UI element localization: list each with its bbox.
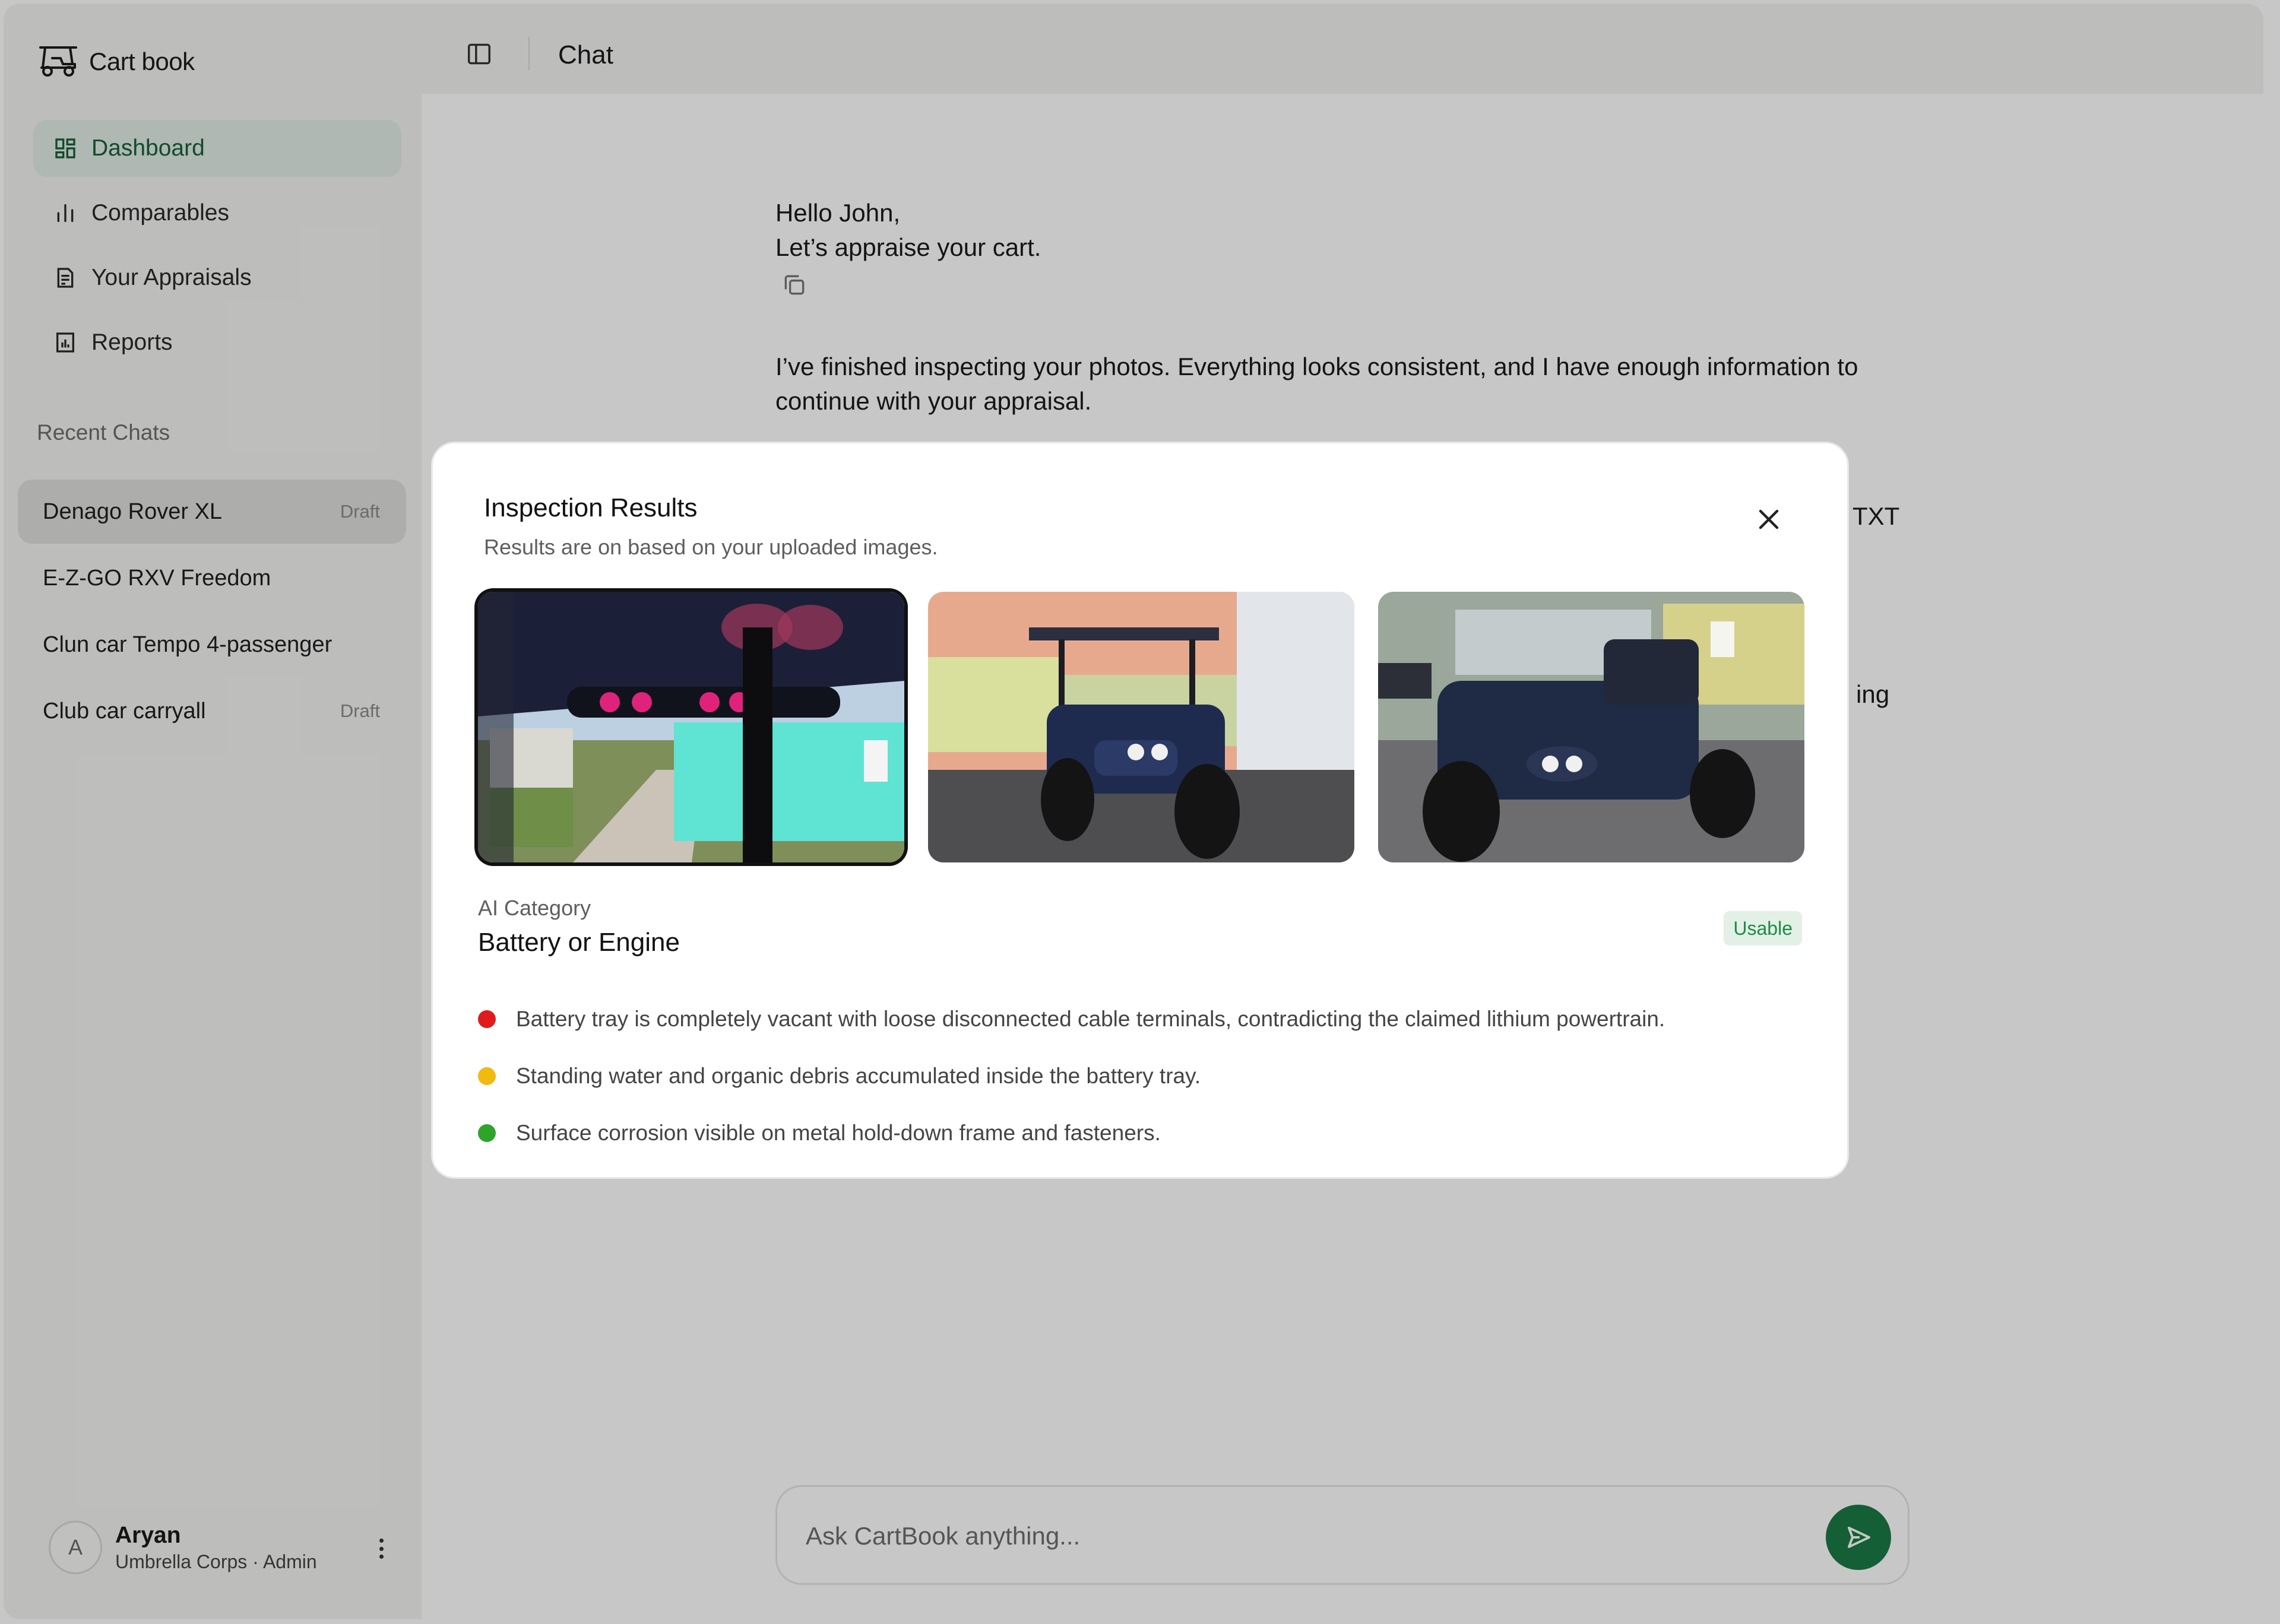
modal-subtitle: Results are on based on your uploaded im… — [484, 535, 938, 559]
cart-front-driveway-photo[interactable] — [928, 592, 1354, 862]
finding-text: Standing water and organic debris accumu… — [516, 1064, 1201, 1088]
uploaded-images — [478, 592, 1804, 862]
finding-text: Surface corrosion visible on metal hold-… — [516, 1121, 1161, 1145]
severity-high-dot — [478, 1010, 496, 1028]
canopy-light-bar-photo[interactable] — [478, 592, 904, 862]
finding-item: Surface corrosion visible on metal hold-… — [478, 1105, 1796, 1162]
photo-cart-illustration — [1378, 592, 1804, 862]
photo-cart-illustration — [928, 592, 1354, 862]
ai-category-value: Battery or Engine — [478, 928, 680, 957]
status-badge: Usable — [1724, 911, 1802, 946]
finding-text: Battery tray is completely vacant with l… — [516, 1007, 1665, 1031]
close-icon[interactable] — [1755, 505, 1783, 534]
severity-medium-dot — [478, 1067, 496, 1085]
finding-item: Standing water and organic debris accumu… — [478, 1048, 1796, 1105]
severity-low-dot — [478, 1124, 496, 1142]
ai-category-label: AI Category — [478, 896, 591, 920]
photo-canopy-illustration — [478, 592, 904, 862]
cart-front-left-photo[interactable] — [1378, 592, 1804, 862]
findings-list: Battery tray is completely vacant with l… — [478, 991, 1796, 1162]
inspection-results-modal: Inspection Results Results are on based … — [431, 442, 1849, 1179]
finding-item: Battery tray is completely vacant with l… — [478, 991, 1796, 1048]
modal-title: Inspection Results — [484, 493, 698, 522]
